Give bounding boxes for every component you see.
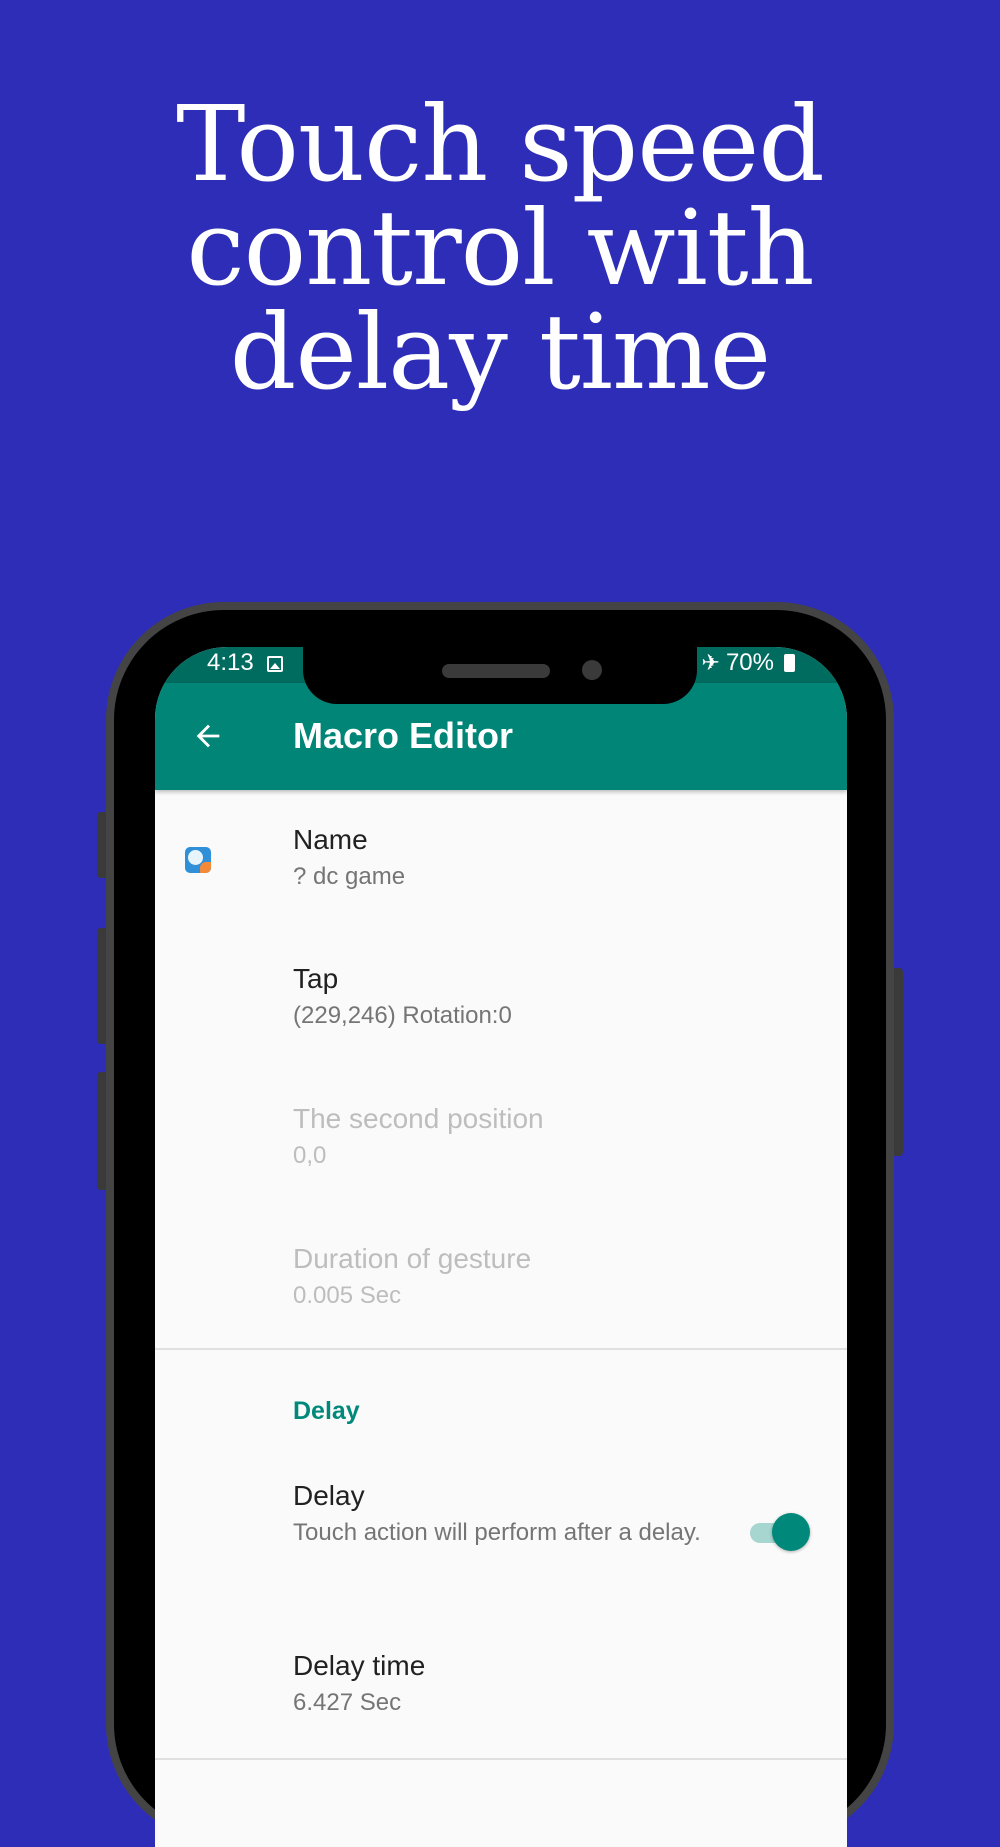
status-right: ✈ 70% (702, 649, 795, 677)
airplane-icon: ✈ (701, 650, 720, 675)
duration-row: Duration of gesture 0.005 Sec (293, 1242, 813, 1312)
second-position-title: The second position (293, 1103, 544, 1134)
battery-icon (784, 654, 795, 672)
name-row[interactable]: Name ? dc game (293, 823, 813, 893)
macro-app-icon (185, 847, 211, 873)
name-row-title: Name (293, 824, 368, 855)
delay-toggle[interactable] (748, 1512, 812, 1552)
front-camera (582, 660, 602, 680)
arrow-back-icon[interactable] (191, 719, 225, 753)
bottom-divider (155, 1758, 847, 1760)
delay-row[interactable]: Delay Touch action will perform after a … (293, 1479, 703, 1549)
tap-row-title: Tap (293, 963, 339, 994)
battery-percent: 70% (725, 649, 774, 676)
delay-section-header: Delay (293, 1397, 360, 1425)
headline-line-2: control with (186, 187, 814, 309)
phone-speaker (442, 664, 550, 678)
headline-line-3: delay time (229, 291, 771, 413)
delay-row-summary: Touch action will perform after a delay. (293, 1519, 701, 1546)
delay-time-row[interactable]: Delay time 6.427 Sec (293, 1649, 813, 1719)
delay-toggle-thumb (772, 1513, 810, 1551)
delay-time-title: Delay time (293, 1650, 426, 1681)
tap-row[interactable]: Tap (229,246) Rotation:0 (293, 962, 813, 1032)
section-divider (155, 1348, 847, 1350)
tap-row-value: (229,246) Rotation:0 (293, 1002, 512, 1029)
delay-time-value: 6.427 Sec (293, 1689, 402, 1716)
page-title: Macro Editor (293, 715, 514, 756)
image-icon (267, 656, 283, 672)
phone-screen: 4:13 ✈ 70% Macro Editor Name ? dc game T… (155, 647, 847, 1847)
second-position-row: The second position 0,0 (293, 1102, 813, 1172)
headline-line-1: Touch speed (176, 83, 825, 205)
name-row-value: ? dc game (293, 863, 406, 890)
status-time: 4:13 (207, 649, 254, 676)
delay-row-title: Delay (293, 1480, 365, 1511)
duration-value: 0.005 Sec (293, 1282, 402, 1309)
second-position-value: 0,0 (293, 1142, 327, 1169)
duration-title: Duration of gesture (293, 1243, 532, 1274)
headline: Touch speed control with delay time (0, 92, 1000, 404)
